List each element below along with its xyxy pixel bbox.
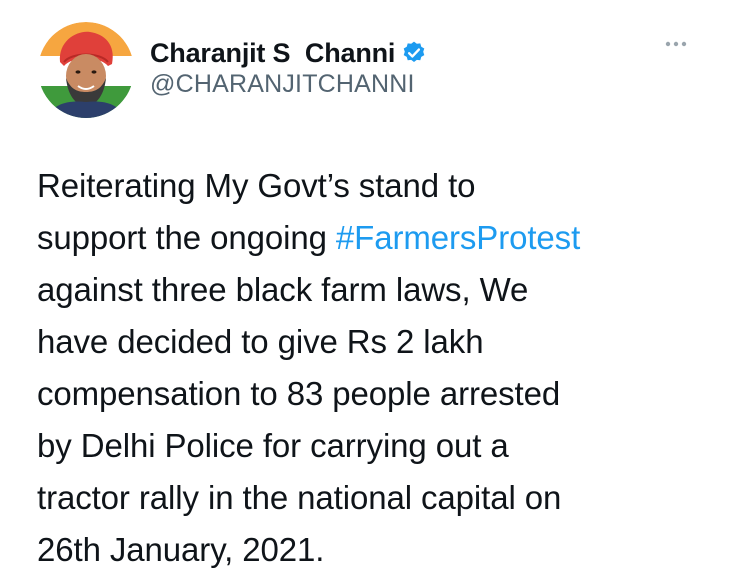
tweet-text-line: by Delhi Police for carrying out a <box>37 420 727 472</box>
author-handle[interactable]: @CHARANJITCHANNI <box>150 70 427 99</box>
verified-badge-icon <box>401 40 427 66</box>
tweet-text-segment: have decided to give Rs 2 lakh <box>37 323 484 360</box>
tweet-text-segment: support the ongoing <box>37 219 336 256</box>
author-avatar[interactable] <box>38 22 134 118</box>
tweet-text-segment: Reiterating My Govt’s stand to <box>37 167 476 204</box>
author-info: Charanjit S Channi @CHARANJITCHANNI <box>150 38 427 99</box>
tweet-text-line: support the ongoing #FarmersProtest <box>37 212 727 264</box>
tweet-card: Charanjit S Channi @CHARANJITCHANNI Reit… <box>0 0 730 587</box>
author-display-name[interactable]: Charanjit S Channi <box>150 38 395 69</box>
tweet-text-line: tractor rally in the national capital on <box>37 472 727 524</box>
tweet-text-line: compensation to 83 people arrested <box>37 368 727 420</box>
tweet-text-segment: by Delhi Police for carrying out a <box>37 427 509 464</box>
tweet-text: Reiterating My Govt’s stand to support t… <box>37 160 727 576</box>
tweet-text-line: Reiterating My Govt’s stand to <box>37 160 727 212</box>
display-name-row: Charanjit S Channi <box>150 38 427 68</box>
tweet-text-segment: 26th January, 2021. <box>37 531 325 568</box>
more-options-icon[interactable] <box>661 34 691 54</box>
profile-photo-avatar-icon <box>38 22 134 118</box>
tweet-text-line: 26th January, 2021. <box>37 524 727 576</box>
tweet-text-line: against three black farm laws, We <box>37 264 727 316</box>
tweet-text-line: have decided to give Rs 2 lakh <box>37 316 727 368</box>
hashtag-link[interactable]: #FarmersProtest <box>336 219 580 256</box>
tweet-text-segment: compensation to 83 people arrested <box>37 375 561 412</box>
tweet-text-segment: tractor rally in the national capital on <box>37 479 562 516</box>
tweet-text-segment: against three black farm laws, We <box>37 271 529 308</box>
